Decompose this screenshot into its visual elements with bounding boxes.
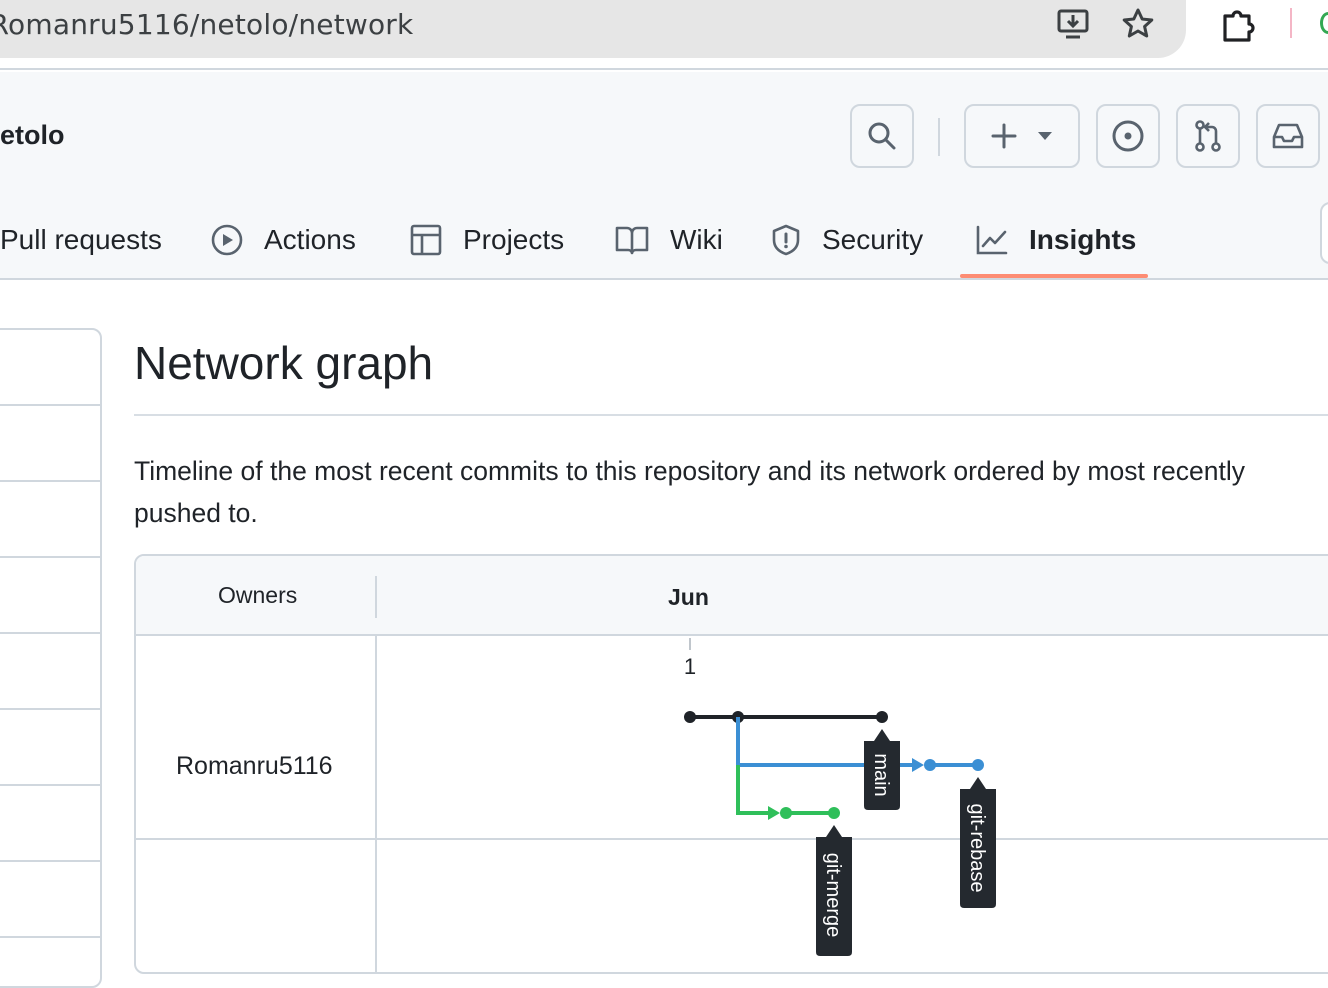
tab-label: Wiki bbox=[670, 224, 723, 255]
browser-toolbar: /Romanru5116/netolo/network bbox=[0, 0, 1328, 70]
git-rebase-commit[interactable] bbox=[972, 759, 984, 771]
insights-sidebar bbox=[0, 328, 102, 988]
tab-insights[interactable]: Insights bbox=[975, 200, 1136, 280]
tab-label: Actions bbox=[264, 224, 356, 255]
git-merge-arrow bbox=[768, 806, 780, 820]
tab-security[interactable]: Security bbox=[770, 200, 923, 280]
day-label: 1 bbox=[684, 654, 696, 679]
branch-tag-git-merge[interactable]: git-merge bbox=[816, 825, 852, 956]
url-text[interactable]: /Romanru5116/netolo/network bbox=[0, 8, 413, 41]
header-divider bbox=[938, 118, 940, 156]
tab-projects[interactable]: Projects bbox=[409, 200, 564, 280]
repo-name[interactable]: etolo bbox=[0, 120, 65, 151]
address-bar[interactable]: /Romanru5116/netolo/network bbox=[0, 0, 1186, 58]
issues-button[interactable] bbox=[1096, 104, 1160, 168]
tab-label: Projects bbox=[463, 224, 565, 255]
repo-nav: Pull requests Actions Projects Wiki Secu… bbox=[0, 200, 1328, 280]
table-icon bbox=[410, 224, 442, 256]
play-icon bbox=[211, 224, 243, 256]
branch-tag-main[interactable]: main bbox=[864, 729, 900, 810]
sidebar-divider bbox=[0, 480, 102, 482]
tab-label: Insights bbox=[1029, 224, 1137, 255]
bookmark-star-icon[interactable] bbox=[1118, 4, 1158, 44]
shield-icon bbox=[772, 224, 800, 256]
graph-icon bbox=[976, 225, 1008, 255]
tab-label: Security bbox=[822, 224, 924, 255]
sidebar-divider bbox=[0, 784, 102, 786]
pull-requests-button[interactable] bbox=[1176, 104, 1240, 168]
sidebar-divider bbox=[0, 708, 102, 710]
nav-overflow-button[interactable] bbox=[1320, 202, 1328, 264]
create-new-button[interactable] bbox=[964, 104, 1080, 168]
book-icon bbox=[615, 226, 649, 255]
extensions-puzzle-icon[interactable] bbox=[1218, 4, 1258, 44]
page-title: Network graph bbox=[134, 337, 434, 389]
inbox-icon bbox=[1272, 123, 1304, 149]
git-merge-branch-line bbox=[736, 765, 770, 815]
svg-text:main: main bbox=[870, 753, 892, 796]
active-tab-indicator bbox=[960, 274, 1148, 278]
tab-actions[interactable]: Actions bbox=[210, 200, 356, 280]
main-commit[interactable] bbox=[684, 711, 696, 723]
git-merge-commit[interactable] bbox=[828, 807, 840, 819]
git-pull-request-icon bbox=[1195, 120, 1221, 152]
network-graph[interactable]: Owners Jun Romanru5116 1 main git-rebase… bbox=[134, 554, 1328, 974]
sidebar-divider bbox=[0, 632, 102, 634]
install-app-icon[interactable] bbox=[1054, 4, 1094, 44]
tab-pull-requests[interactable]: Pull requests bbox=[0, 200, 162, 280]
commit-graph[interactable]: 1 main git-rebase git-merge bbox=[136, 556, 1328, 974]
git-merge-commit[interactable] bbox=[780, 807, 792, 819]
git-rebase-arrow bbox=[912, 758, 924, 772]
title-divider bbox=[134, 414, 1328, 416]
caret-down-icon bbox=[1038, 132, 1052, 140]
branch-tag-git-rebase[interactable]: git-rebase bbox=[960, 777, 996, 908]
page-description: Timeline of the most recent commits to t… bbox=[134, 456, 1245, 528]
toolbar-divider bbox=[1290, 8, 1292, 38]
sidebar-divider bbox=[0, 404, 102, 406]
repo-header: etolo Pull requests Actions Projects Wik… bbox=[0, 72, 1328, 280]
search-icon bbox=[868, 122, 896, 150]
search-button[interactable] bbox=[850, 104, 914, 168]
issue-opened-icon bbox=[1112, 120, 1144, 152]
sidebar-divider bbox=[0, 936, 102, 938]
main-commit[interactable] bbox=[876, 711, 888, 723]
inbox-button[interactable] bbox=[1256, 104, 1320, 168]
sidebar-divider bbox=[0, 556, 102, 558]
git-rebase-commit[interactable] bbox=[924, 759, 936, 771]
tab-wiki[interactable]: Wiki bbox=[614, 200, 723, 280]
plus-icon bbox=[991, 123, 1017, 149]
profile-avatar-icon[interactable] bbox=[1320, 12, 1328, 34]
svg-text:git-merge: git-merge bbox=[822, 853, 844, 937]
sidebar-divider bbox=[0, 860, 102, 862]
svg-text:git-rebase: git-rebase bbox=[966, 804, 988, 893]
tab-label: Pull requests bbox=[0, 224, 162, 255]
